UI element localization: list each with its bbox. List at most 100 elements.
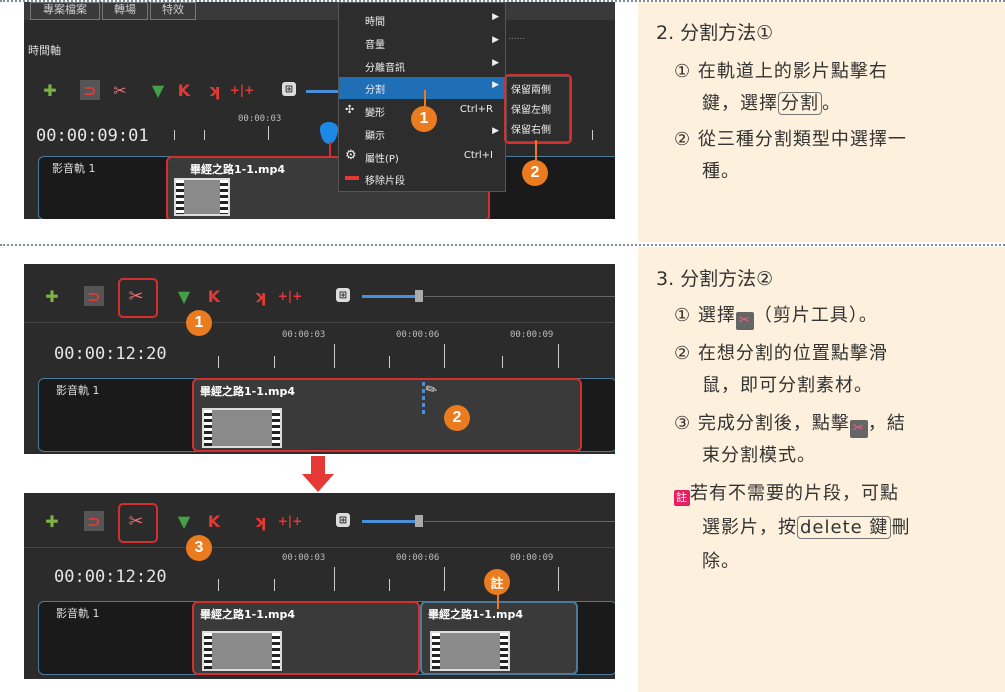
ruler-tick bbox=[444, 344, 445, 368]
method2-step2-line2: 鼠，即可分割素材。 bbox=[702, 375, 873, 396]
clip-thumbnail bbox=[202, 631, 282, 671]
next-marker-icon[interactable]: ʞ bbox=[250, 286, 270, 306]
menu-item-label: 音量 bbox=[365, 40, 385, 51]
previous-marker-icon[interactable]: K bbox=[174, 80, 194, 100]
submenu-highlight bbox=[504, 74, 572, 144]
zoom-slider-handle[interactable] bbox=[415, 515, 423, 527]
zoom-slider[interactable] bbox=[362, 520, 418, 523]
callout-badge-3: 3 bbox=[186, 535, 212, 561]
zoom-icon[interactable]: ⊞ bbox=[336, 288, 350, 302]
method1-step1-line1: ① 在軌道上的影片點擊右 bbox=[674, 61, 888, 82]
menu-item-split[interactable]: 分割 ▶ bbox=[339, 77, 505, 99]
snap-magnet-icon[interactable]: ⊃ bbox=[84, 286, 104, 306]
ruler-label: 00:00:03 bbox=[238, 114, 282, 124]
ruler-label-6s: 00:00:06 bbox=[396, 330, 440, 340]
razor-scissors-icon[interactable]: ✂ bbox=[110, 80, 130, 100]
text-fragment: 若有不需要的片段，可點 bbox=[690, 483, 899, 504]
menu-shortcut: Ctrl+R bbox=[459, 104, 493, 115]
ruler-tick bbox=[274, 356, 275, 368]
add-marker-icon[interactable]: ▼ bbox=[174, 286, 194, 306]
text-fragment: 。 bbox=[822, 93, 841, 114]
snap-magnet-icon[interactable]: ⊃ bbox=[84, 511, 104, 531]
center-playhead-icon[interactable]: +|+ bbox=[278, 286, 303, 306]
menu-item-label: 分割 bbox=[365, 85, 385, 96]
add-track-icon[interactable]: ✚ bbox=[42, 286, 62, 306]
ruler-label-6s: 00:00:06 bbox=[396, 553, 440, 563]
tab-transitions[interactable]: 轉場 bbox=[102, 2, 148, 20]
next-marker-icon[interactable]: ʞ bbox=[204, 80, 224, 100]
ruler-tick bbox=[592, 130, 593, 140]
method2-step3-line1: ③ 完成分割後，點擊 ✂ ，結 bbox=[674, 408, 906, 440]
menu-item-remove-clip[interactable]: 移除片段 bbox=[339, 168, 505, 190]
timeline-timecode: 00:00:12:20 bbox=[54, 344, 167, 364]
transform-icon: ✣ bbox=[345, 103, 355, 116]
center-playhead-icon[interactable]: +|+ bbox=[278, 511, 303, 531]
ruler-label-9s: 00:00:09 bbox=[510, 553, 554, 563]
timeline-timecode: 00:00:12:20 bbox=[54, 567, 167, 587]
zoom-slider[interactable] bbox=[362, 295, 418, 298]
method2-step2-line1: ② 在想分割的位置點擊滑 bbox=[674, 343, 888, 364]
ruler-tick bbox=[334, 567, 335, 591]
separator-line bbox=[24, 547, 615, 548]
add-track-icon[interactable]: ✚ bbox=[42, 511, 62, 531]
menu-item-separate-audio[interactable]: 分離音訊 ▶ bbox=[339, 55, 505, 77]
clip-title: 畢經之路1-1.mp4 bbox=[190, 163, 286, 176]
section-title-method1: 2. 分割方法① bbox=[656, 22, 774, 44]
submenu-arrow-icon: ▶ bbox=[492, 35, 499, 45]
menu-item-time[interactable]: 時間 ▶ bbox=[339, 9, 505, 31]
method1-step2-line1: ② 從三種分割類型中選擇一 bbox=[674, 129, 907, 150]
bottom-app-screenshot: ✚ ⊃ ✂ ▼ K ʞ +|+ ⊞ 00:00:12:20 00:00:03 0… bbox=[24, 493, 615, 679]
playhead-marker-icon[interactable] bbox=[320, 122, 338, 144]
context-menu: 時間 ▶ 音量 ▶ 分離音訊 ▶ 分割 ▶ ✣ 變形 Ctrl+R 顯示 ▶ ⚙ 屬性(P) Ct… bbox=[338, 2, 506, 192]
menu-item-label: 時間 bbox=[365, 17, 385, 28]
down-arrow-icon bbox=[311, 456, 325, 474]
previous-marker-icon[interactable]: K bbox=[204, 511, 224, 531]
add-track-icon[interactable]: ✚ bbox=[40, 80, 60, 100]
ruler-tick bbox=[218, 579, 219, 591]
video-clip-left[interactable]: 畢經之路1-1.mp4 bbox=[192, 601, 420, 675]
menu-item-label: 變形 bbox=[365, 108, 385, 119]
clip-title: 畢經之路1-1.mp4 bbox=[428, 608, 524, 621]
video-clip-right[interactable]: 畢經之路1-1.mp4 bbox=[420, 601, 578, 675]
text-fragment: 鍵，選擇 bbox=[702, 93, 778, 114]
add-marker-icon[interactable]: ▼ bbox=[148, 80, 168, 100]
text-fragment: ① 選擇 bbox=[674, 305, 736, 326]
section-title-method2: 3. 分割方法② bbox=[656, 268, 774, 290]
zoom-slider-handle[interactable] bbox=[415, 290, 423, 302]
add-marker-icon[interactable]: ▼ bbox=[174, 511, 194, 531]
video-clip[interactable]: 畢經之路1-1.mp4 bbox=[192, 378, 582, 452]
menu-item-properties[interactable]: ⚙ 屬性(P) Ctrl+I bbox=[339, 146, 505, 168]
remove-icon bbox=[345, 176, 359, 180]
submenu-arrow-icon: ▶ bbox=[492, 12, 499, 22]
callout-badge-1: 1 bbox=[186, 310, 212, 336]
zoom-icon[interactable]: ⊞ bbox=[336, 513, 350, 527]
clip-thumbnail bbox=[430, 631, 510, 671]
zoom-icon[interactable]: ⊞ bbox=[282, 82, 296, 96]
ruler-tick bbox=[204, 130, 205, 140]
split-keyword-box: 分割 bbox=[778, 92, 822, 115]
menu-item-label: 分離音訊 bbox=[365, 63, 405, 74]
next-marker-icon[interactable]: ʞ bbox=[250, 511, 270, 531]
ruler-tick bbox=[389, 356, 390, 368]
scissors-icon: ✂ bbox=[735, 312, 754, 330]
section-divider-middle bbox=[0, 244, 1005, 246]
submenu-arrow-icon: ▶ bbox=[492, 126, 499, 136]
timeline-timecode: 00:00:09:01 bbox=[36, 126, 149, 146]
clip-thumbnail bbox=[202, 408, 282, 448]
track-name: 影音軌 1 bbox=[56, 384, 100, 397]
callout-badge-1: 1 bbox=[411, 106, 437, 132]
previous-marker-icon[interactable]: K bbox=[204, 286, 224, 306]
text-fragment: （剪片工具）。 bbox=[753, 305, 878, 326]
snap-magnet-icon[interactable]: ⊃ bbox=[80, 80, 100, 100]
center-playhead-icon[interactable]: +|+ bbox=[230, 80, 255, 100]
ruler-label-9s: 00:00:09 bbox=[510, 330, 554, 340]
callout-badge-2: 2 bbox=[522, 160, 548, 186]
tab-project-files[interactable]: 專案檔案 bbox=[30, 2, 100, 20]
slider-track-rest bbox=[424, 296, 615, 297]
tab-effects[interactable]: 特效 bbox=[150, 2, 196, 20]
ruler-tick bbox=[274, 579, 275, 591]
text-fragment: 刪 bbox=[891, 517, 911, 538]
text-fragment: 選影片，按 bbox=[702, 517, 797, 538]
ruler-tick bbox=[268, 126, 269, 140]
menu-item-volume[interactable]: 音量 ▶ bbox=[339, 32, 505, 54]
